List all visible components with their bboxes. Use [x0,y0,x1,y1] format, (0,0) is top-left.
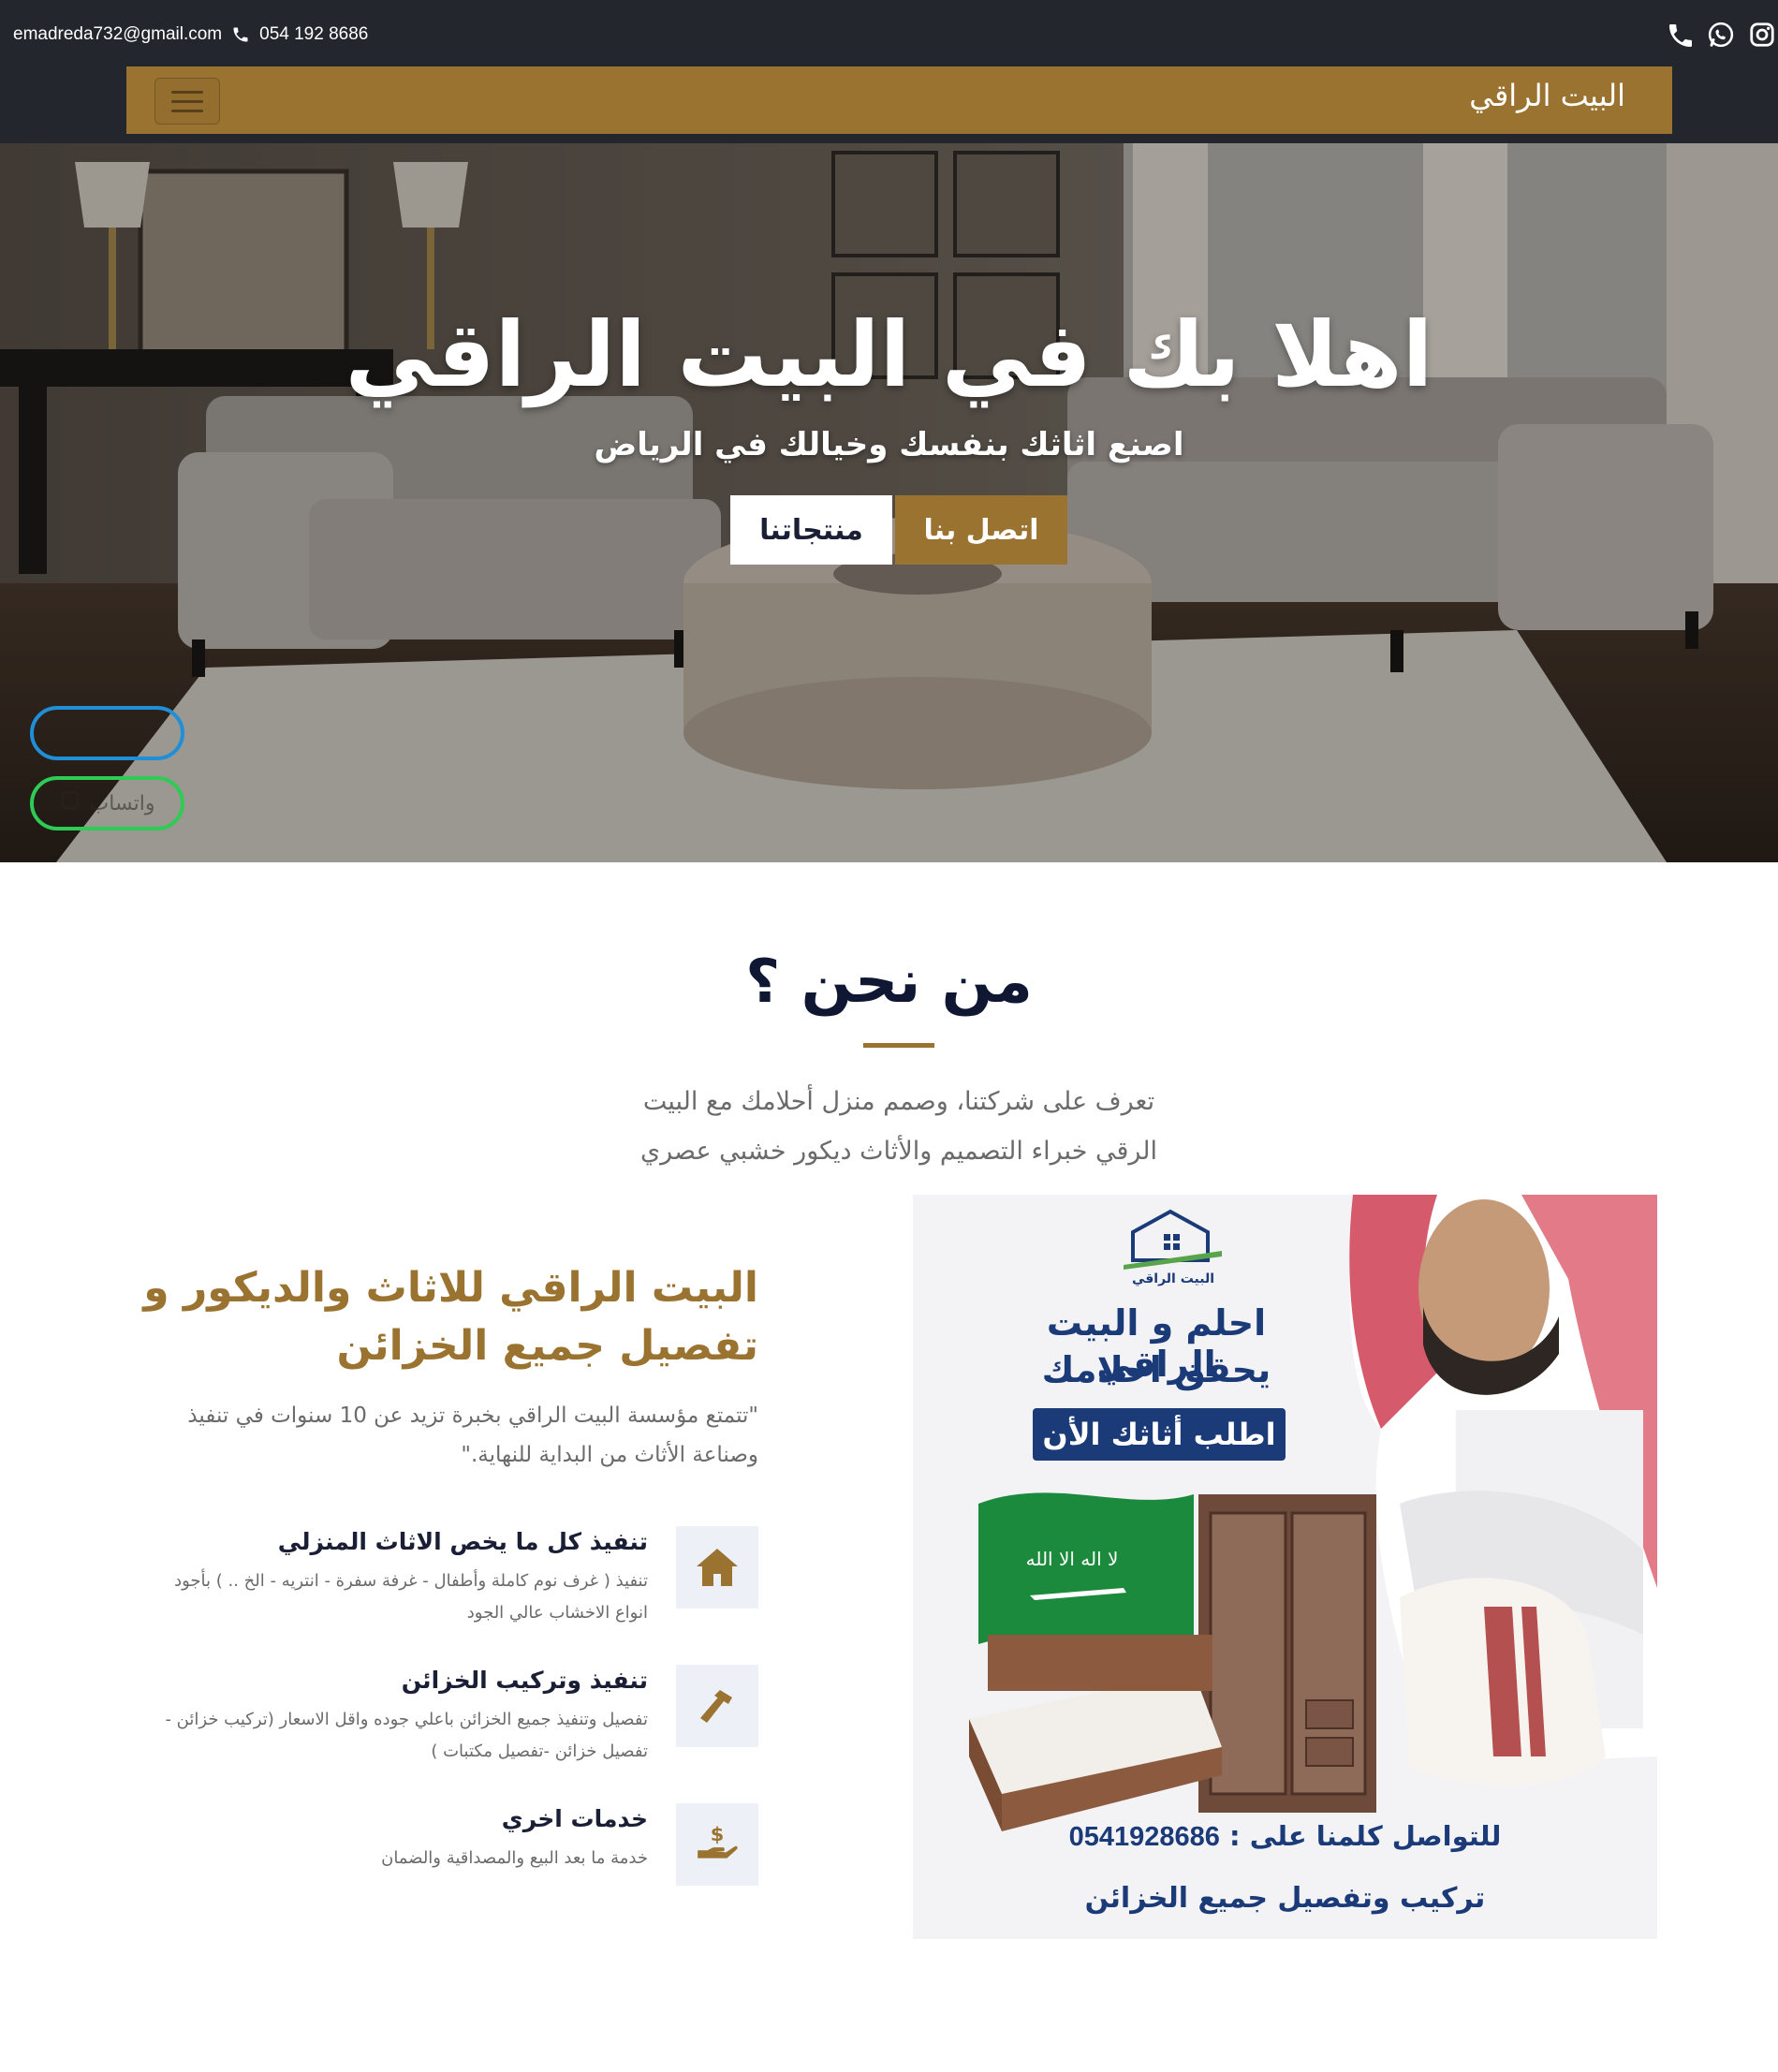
feature-title: خدمات اخري [501,1805,648,1832]
promo-call-number: 0541928686 [1068,1822,1220,1852]
promo-brand: البيت الراقي [1131,1271,1215,1286]
company-description: "تتمتع مؤسسة البيت الراقي بخبرة تزيد عن … [187,1403,758,1467]
promo-call-line: للتواصل كلمنا على : 0541928686 [913,1820,1657,1853]
hand-money-icon: $ [676,1803,758,1886]
about-intro-line: تعرف على شركتنا، وصمم منزل أحلامك مع الب… [642,1087,1155,1116]
company-title: البيت الراقي للاثاث والديكور و تفصيل جمي… [143,1264,758,1370]
whatsapp-icon [60,790,81,816]
home-icon [676,1526,758,1609]
menu-toggle-button[interactable] [154,78,220,125]
main-navbar: البيت الراقي [126,66,1672,134]
our-products-button[interactable]: منتجاتنا [730,495,892,565]
hamburger-icon [171,99,203,103]
contact-strip: emadreda732@gmail.com 054 192 8686 [13,24,368,45]
hero-subtitle: اصنع اثاثك بنفسك وخيالك في الرياض [594,426,1184,463]
feature-item: $ خدمات اخري خدمة ما بعد البيع والمصداقي… [140,1803,758,1906]
feature-description: تنفيذ ( غرف نوم كاملة وأطفال - غرفة سفرة… [174,1571,648,1623]
svg-text:لا اله الا الله: لا اله الا الله [1026,1548,1119,1570]
promo-call-label: للتواصل كلمنا على : [1229,1820,1502,1852]
phone-link[interactable]: 054 192 8686 [259,24,368,45]
feature-item: تنفيذ وتركيب الخزائن تفصيل وتنفيذ جميع ا… [140,1665,758,1768]
whatsapp-icon[interactable] [1707,21,1737,51]
floating-whatsapp-label: واتساب [89,791,155,816]
feature-description: خدمة ما بعد البيع والمصداقية والضمان [381,1848,648,1868]
about-intro-line: الرقي خبراء التصميم والأثاث ديكور خشبي ع… [640,1137,1157,1166]
phone-icon [231,25,250,44]
promo-headline: يحقق احلامك [1041,1349,1271,1390]
top-header: emadreda732@gmail.com 054 192 8686 البيت… [0,0,1778,143]
hamburger-icon [171,109,203,112]
email-link[interactable]: emadreda732@gmail.com [13,24,222,45]
promo-image: لا اله الا الله البيت الراقي احلم و البي… [913,1195,1657,1939]
about-title: من نحن ؟ [745,948,1033,1017]
feature-title: تنفيذ وتركيب الخزائن [401,1667,648,1694]
feature-item: تنفيذ كل ما يخص الاثاث المنزلي تنفيذ ( غ… [140,1526,758,1629]
svg-text:$: $ [711,1823,725,1845]
floating-call-button[interactable] [30,706,184,760]
feature-title: تنفيذ كل ما يخص الاثاث المنزلي [277,1528,648,1555]
hero-section: اهلا بك في البيت الراقي اصنع اثاثك بنفسك… [0,143,1778,862]
feature-description: تفصيل وتنفيذ جميع الخزائن باعلي جوده واق… [165,1710,648,1761]
floating-whatsapp-button[interactable]: واتساب [30,776,184,830]
social-links [1666,21,1778,51]
hammer-icon [676,1665,758,1747]
about-intro: تعرف على شركتنا، وصمم منزل أحلامك مع الب… [618,1077,1180,1176]
navbar-brand[interactable]: البيت الراقي [1469,78,1625,113]
promo-order-badge: اطلب أثاثك الأن [1033,1408,1286,1461]
title-divider [863,1043,934,1048]
contact-us-button[interactable]: اتصل بنا [895,495,1067,565]
instagram-icon[interactable] [1748,21,1778,51]
company-info: البيت الراقي للاثاث والديكور و تفصيل جمي… [140,1259,758,1475]
hero-title: اهلا بك في البيت الراقي [345,302,1433,407]
promo-install-line: تركيب وتفصيل جميع الخزائن [1084,1882,1486,1915]
phone-icon[interactable] [1666,21,1696,51]
hamburger-icon [171,90,203,94]
